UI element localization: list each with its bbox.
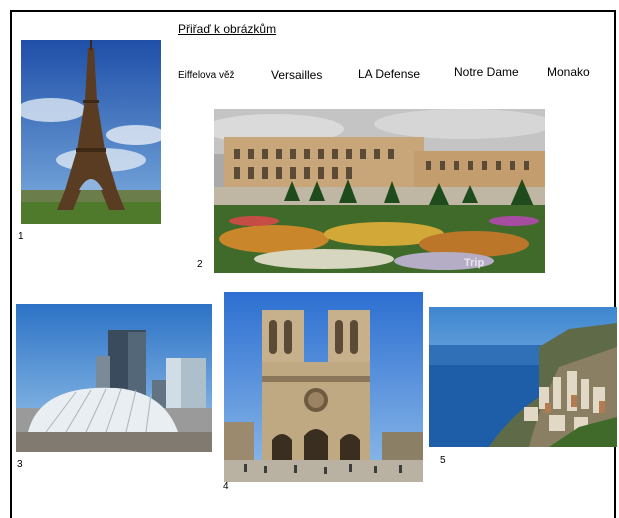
option-la-defense[interactable]: LA Defense bbox=[358, 67, 420, 81]
option-monako[interactable]: Monako bbox=[547, 65, 590, 79]
watermark-text: Trip bbox=[464, 257, 484, 269]
number-3: 3 bbox=[17, 459, 23, 470]
versailles-photo: Trip bbox=[214, 109, 545, 273]
option-eiffel[interactable]: Eiffelova věž bbox=[178, 70, 235, 81]
number-5: 5 bbox=[440, 455, 446, 466]
number-2: 2 bbox=[197, 259, 203, 270]
monaco-photo bbox=[429, 307, 617, 447]
option-notre-dame[interactable]: Notre Dame bbox=[454, 65, 519, 79]
notre-dame-photo bbox=[224, 292, 423, 482]
eiffel-tower-photo bbox=[21, 40, 161, 224]
number-4: 4 bbox=[223, 481, 229, 492]
la-defense-photo bbox=[16, 304, 212, 452]
number-1: 1 bbox=[18, 231, 24, 242]
option-versailles[interactable]: Versailles bbox=[271, 68, 322, 82]
page-title: Přiřaď k obrázkům bbox=[178, 22, 277, 36]
